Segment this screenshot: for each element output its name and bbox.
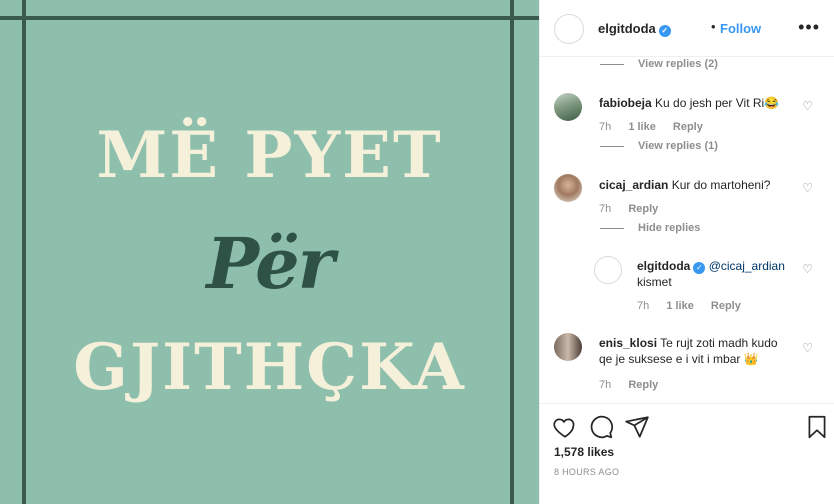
avatar[interactable] [554,93,582,121]
share-icon[interactable] [624,414,650,440]
header-separator: • [711,19,716,34]
reply-button[interactable]: Reply [628,379,658,391]
mention-link[interactable]: @cicaj_ardian [709,259,785,273]
comment-meta: 7h Reply [599,203,672,215]
heart-icon[interactable]: ♡ [802,181,813,195]
poster-title-line1: MË PYET [96,118,443,193]
comment-time[interactable]: 7h [599,379,611,391]
hide-replies-button[interactable]: Hide replies [600,222,700,234]
reply-button[interactable]: Reply [711,300,741,312]
bookmark-icon[interactable] [804,414,830,440]
post-actions: 1,578 likes 8 HOURS AGO [540,403,834,504]
post-sidebar: elgitdoda ✓ • Follow ••• View replies (2)… [539,0,834,504]
comment-text: fabiobeja Ku do jesh per Vit Ri😂 [599,95,799,111]
comment-text: elgitdoda ✓ @cicaj_ardian kismet [637,258,797,290]
comment-likes[interactable]: 1 like [666,300,694,312]
likes-count[interactable]: 1,578 likes [554,445,614,459]
comments-list[interactable]: View replies (2) fabiobeja Ku do jesh pe… [540,57,834,403]
ellipsis-icon[interactable]: ••• [798,17,820,38]
author-username[interactable]: elgitdoda ✓ [598,21,671,37]
post-header: elgitdoda ✓ • Follow ••• [540,0,834,57]
heart-icon[interactable]: ♡ [802,262,813,276]
avatar[interactable] [554,333,582,361]
avatar[interactable] [554,174,582,202]
poster-frame-line [0,16,539,20]
heart-icon[interactable]: ♡ [802,341,813,355]
view-replies-button[interactable]: View replies (2) [600,58,718,70]
view-replies-button[interactable]: View replies (1) [600,140,718,152]
post-image[interactable]: MË PYET Për GJITHÇKA [0,0,539,504]
reply-button[interactable]: Reply [628,203,658,215]
verified-badge-icon: ✓ [658,25,671,37]
author-username-text: elgitdoda [598,21,656,36]
comment-message: Kur do martoheni? [671,178,771,192]
comment-username[interactable]: elgitdoda [637,259,690,273]
comment-meta: 7h 1 like Reply [637,300,755,312]
avatar[interactable] [594,256,622,284]
comment-likes[interactable]: 1 like [628,121,656,133]
author-avatar[interactable] [554,14,584,44]
comment-username[interactable]: cicaj_ardian [599,178,668,192]
poster-title-line3: GJITHÇKA [73,330,466,405]
comment-text: cicaj_ardian Kur do martoheni? [599,177,799,193]
comment-time[interactable]: 7h [637,300,649,312]
comment-message: Ku do jesh per Vit Ri😂 [655,96,780,110]
reply-button[interactable]: Reply [673,121,703,133]
heart-icon[interactable]: ♡ [802,99,813,113]
heart-icon[interactable] [552,414,578,440]
follow-button[interactable]: Follow [720,21,761,36]
comment-time[interactable]: 7h [599,203,611,215]
comment-icon[interactable] [588,414,614,440]
comment-meta: 7h 1 like Reply [599,121,717,133]
comment-text: enis_klosi Te rujt zoti madh kudo qe je … [599,335,789,367]
comment-username[interactable]: enis_klosi [599,336,657,350]
post-timestamp[interactable]: 8 HOURS AGO [554,467,619,477]
comment-message: kismet [637,275,672,289]
comment-meta: 7h Reply [599,379,672,391]
poster-title-line2: Për [206,222,334,305]
comment-username[interactable]: fabiobeja [599,96,652,110]
verified-badge-icon: ✓ [693,262,706,274]
comment-time[interactable]: 7h [599,121,611,133]
